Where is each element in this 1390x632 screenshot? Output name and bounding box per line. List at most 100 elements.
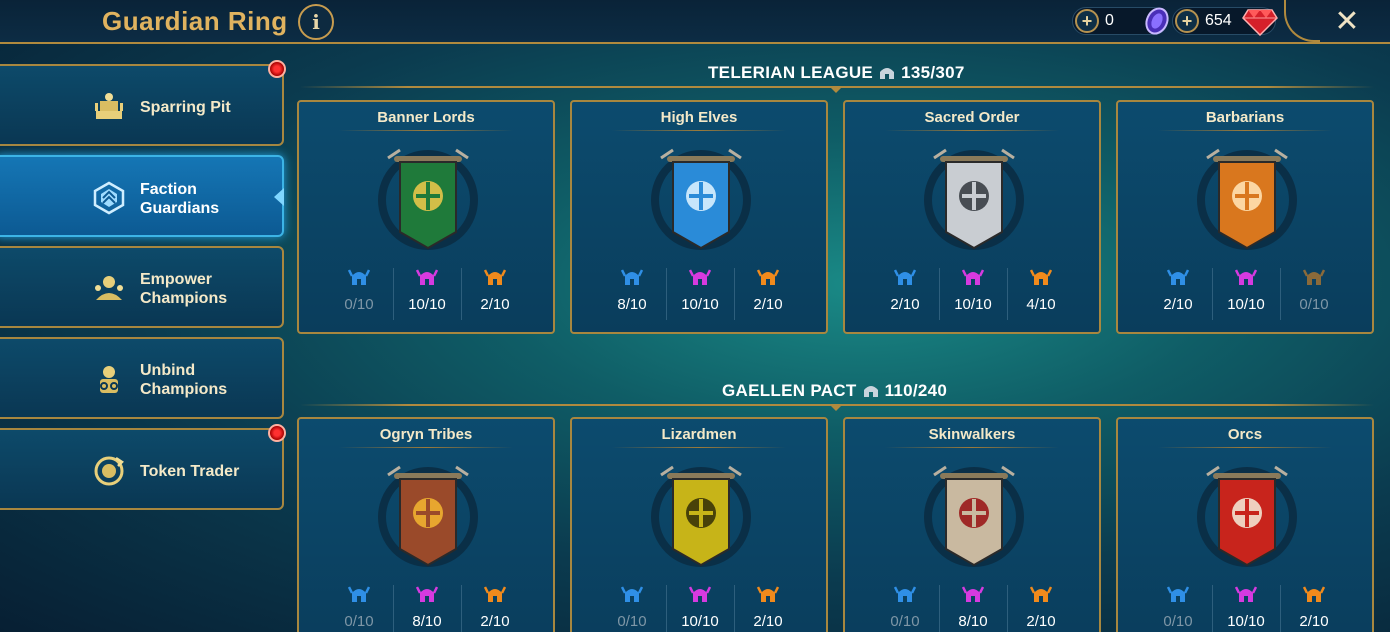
epic-count: 10/10 bbox=[1227, 296, 1265, 313]
faction-card-banner-lords[interactable]: Banner Lords 0/10 10/10 2/10 bbox=[297, 100, 555, 334]
label-line: Empower bbox=[140, 271, 213, 288]
legendary-helmet-icon bbox=[1030, 586, 1052, 602]
rare-count: 0/10 bbox=[344, 296, 374, 313]
legendary-count: 2/10 bbox=[480, 613, 510, 630]
epic-stat: 10/10 bbox=[666, 266, 734, 313]
league-name: GAELLEN PACT bbox=[722, 381, 857, 400]
epic-count: 8/10 bbox=[958, 613, 988, 630]
epic-count: 10/10 bbox=[954, 296, 992, 313]
league-header: TELERIAN LEAGUE 135/307 bbox=[708, 63, 965, 83]
faction-card-ogryn-tribes[interactable]: Ogryn Tribes 0/10 8/10 2/10 bbox=[297, 417, 555, 632]
rare-count: 0/10 bbox=[890, 613, 920, 630]
name-underline bbox=[612, 130, 786, 131]
notification-badge bbox=[268, 60, 286, 78]
token-trader-icon bbox=[94, 456, 124, 486]
legendary-helmet-icon bbox=[757, 586, 779, 602]
faction-card-skinwalkers[interactable]: Skinwalkers 0/10 8/10 2/10 bbox=[843, 417, 1101, 632]
faction-card-lizardmen[interactable]: Lizardmen 0/10 10/10 2/10 bbox=[570, 417, 828, 632]
epic-helmet-icon bbox=[689, 269, 711, 285]
rare-helmet-icon bbox=[1167, 586, 1189, 602]
label-line: Faction bbox=[140, 181, 197, 198]
faction-name: High Elves bbox=[660, 109, 738, 126]
epic-helmet-icon bbox=[689, 586, 711, 602]
sidebar-item-unbind-champions[interactable]: Unbind Champions bbox=[0, 337, 284, 419]
rare-count: 0/10 bbox=[617, 613, 647, 630]
sidebar-item-label: Faction Guardians bbox=[140, 180, 219, 218]
legendary-helmet-icon bbox=[1303, 269, 1325, 285]
epic-helmet-icon bbox=[416, 586, 438, 602]
faction-card-high-elves[interactable]: High Elves 8/10 10/10 2/10 bbox=[570, 100, 828, 334]
epic-stat: 10/10 bbox=[393, 266, 461, 313]
rare-helmet-icon bbox=[894, 269, 916, 285]
legendary-count: 2/10 bbox=[480, 296, 510, 313]
info-icon[interactable]: i bbox=[298, 4, 334, 40]
ogryn-tribes-emblem-icon bbox=[378, 465, 478, 567]
rare-stat: 2/10 bbox=[871, 266, 939, 313]
sidebar-item-label: Sparring Pit bbox=[140, 99, 231, 116]
helmet-icon bbox=[863, 386, 878, 397]
sacred-order-emblem-icon bbox=[924, 148, 1024, 250]
legendary-stat: 0/10 bbox=[1280, 266, 1348, 313]
purple-token-icon bbox=[1145, 7, 1169, 35]
league-header: GAELLEN PACT 110/240 bbox=[722, 381, 947, 401]
ruby-gem-icon bbox=[1242, 9, 1278, 36]
faction-name: Banner Lords bbox=[377, 109, 475, 126]
legendary-count: 0/10 bbox=[1299, 296, 1329, 313]
lizardmen-emblem-icon bbox=[651, 465, 751, 567]
label-line: Champions bbox=[140, 290, 228, 307]
legendary-stat: 2/10 bbox=[734, 266, 802, 313]
faction-card-sacred-order[interactable]: Sacred Order 2/10 10/10 4/10 bbox=[843, 100, 1101, 334]
name-underline bbox=[1158, 447, 1332, 448]
legendary-count: 2/10 bbox=[753, 613, 783, 630]
epic-count: 10/10 bbox=[681, 613, 719, 630]
epic-helmet-icon bbox=[1235, 269, 1257, 285]
barbarians-emblem-icon bbox=[1197, 148, 1297, 250]
page-title: Guardian Ring bbox=[102, 6, 288, 36]
label-line: Guardians bbox=[140, 200, 220, 217]
sidebar-item-label: Unbind Champions bbox=[140, 361, 227, 399]
legendary-helmet-icon bbox=[1303, 586, 1325, 602]
top-bar: Guardian Ring i + 0 + 654 ✕ bbox=[0, 0, 1390, 44]
sidebar-item-token-trader[interactable]: Token Trader bbox=[0, 428, 284, 510]
sidebar-item-empower-champions[interactable]: Empower Champions bbox=[0, 246, 284, 328]
faction-name: Orcs bbox=[1227, 426, 1263, 443]
section-marker bbox=[829, 404, 843, 411]
rare-count: 8/10 bbox=[617, 296, 647, 313]
legendary-stat: 2/10 bbox=[734, 583, 802, 630]
epic-helmet-icon bbox=[962, 586, 984, 602]
legendary-helmet-icon bbox=[484, 586, 506, 602]
rare-helmet-icon bbox=[621, 269, 643, 285]
faction-card-barbarians[interactable]: Barbarians 2/10 10/10 0/10 bbox=[1116, 100, 1374, 334]
legendary-stat: 2/10 bbox=[461, 583, 529, 630]
rare-count: 2/10 bbox=[890, 296, 920, 313]
rare-helmet-icon bbox=[894, 586, 916, 602]
epic-count: 8/10 bbox=[412, 613, 442, 630]
rare-helmet-icon bbox=[1167, 269, 1189, 285]
epic-helmet-icon bbox=[1235, 586, 1257, 602]
legendary-stat: 4/10 bbox=[1007, 266, 1075, 313]
gem-count: 654 bbox=[1205, 12, 1232, 29]
faction-name: Lizardmen bbox=[661, 426, 737, 443]
rare-stat: 8/10 bbox=[598, 266, 666, 313]
legendary-count: 4/10 bbox=[1026, 296, 1056, 313]
sidebar-item-label: Token Trader bbox=[140, 463, 240, 480]
rare-count: 2/10 bbox=[1163, 296, 1193, 313]
faction-name: Sacred Order bbox=[924, 109, 1020, 126]
high-elves-emblem-icon bbox=[651, 148, 751, 250]
add-tokens-button[interactable]: + bbox=[1075, 9, 1099, 33]
rare-helmet-icon bbox=[348, 269, 370, 285]
add-gems-button[interactable]: + bbox=[1175, 9, 1199, 33]
close-icon[interactable]: ✕ bbox=[1330, 4, 1364, 38]
banner-lords-emblem-icon bbox=[378, 148, 478, 250]
sidebar-item-sparring-pit[interactable]: Sparring Pit bbox=[0, 64, 284, 146]
rare-stat: 0/10 bbox=[1144, 583, 1212, 630]
rare-stat: 0/10 bbox=[871, 583, 939, 630]
corner-ornament bbox=[1284, 0, 1320, 42]
rare-stat: 0/10 bbox=[598, 583, 666, 630]
faction-card-orcs[interactable]: Orcs 0/10 10/10 2/10 bbox=[1116, 417, 1374, 632]
rare-stat: 2/10 bbox=[1144, 266, 1212, 313]
rare-helmet-icon bbox=[621, 586, 643, 602]
sidebar-item-faction-guardians[interactable]: Faction Guardians bbox=[0, 155, 284, 237]
faction-name: Skinwalkers bbox=[928, 426, 1016, 443]
epic-stat: 8/10 bbox=[939, 583, 1007, 630]
